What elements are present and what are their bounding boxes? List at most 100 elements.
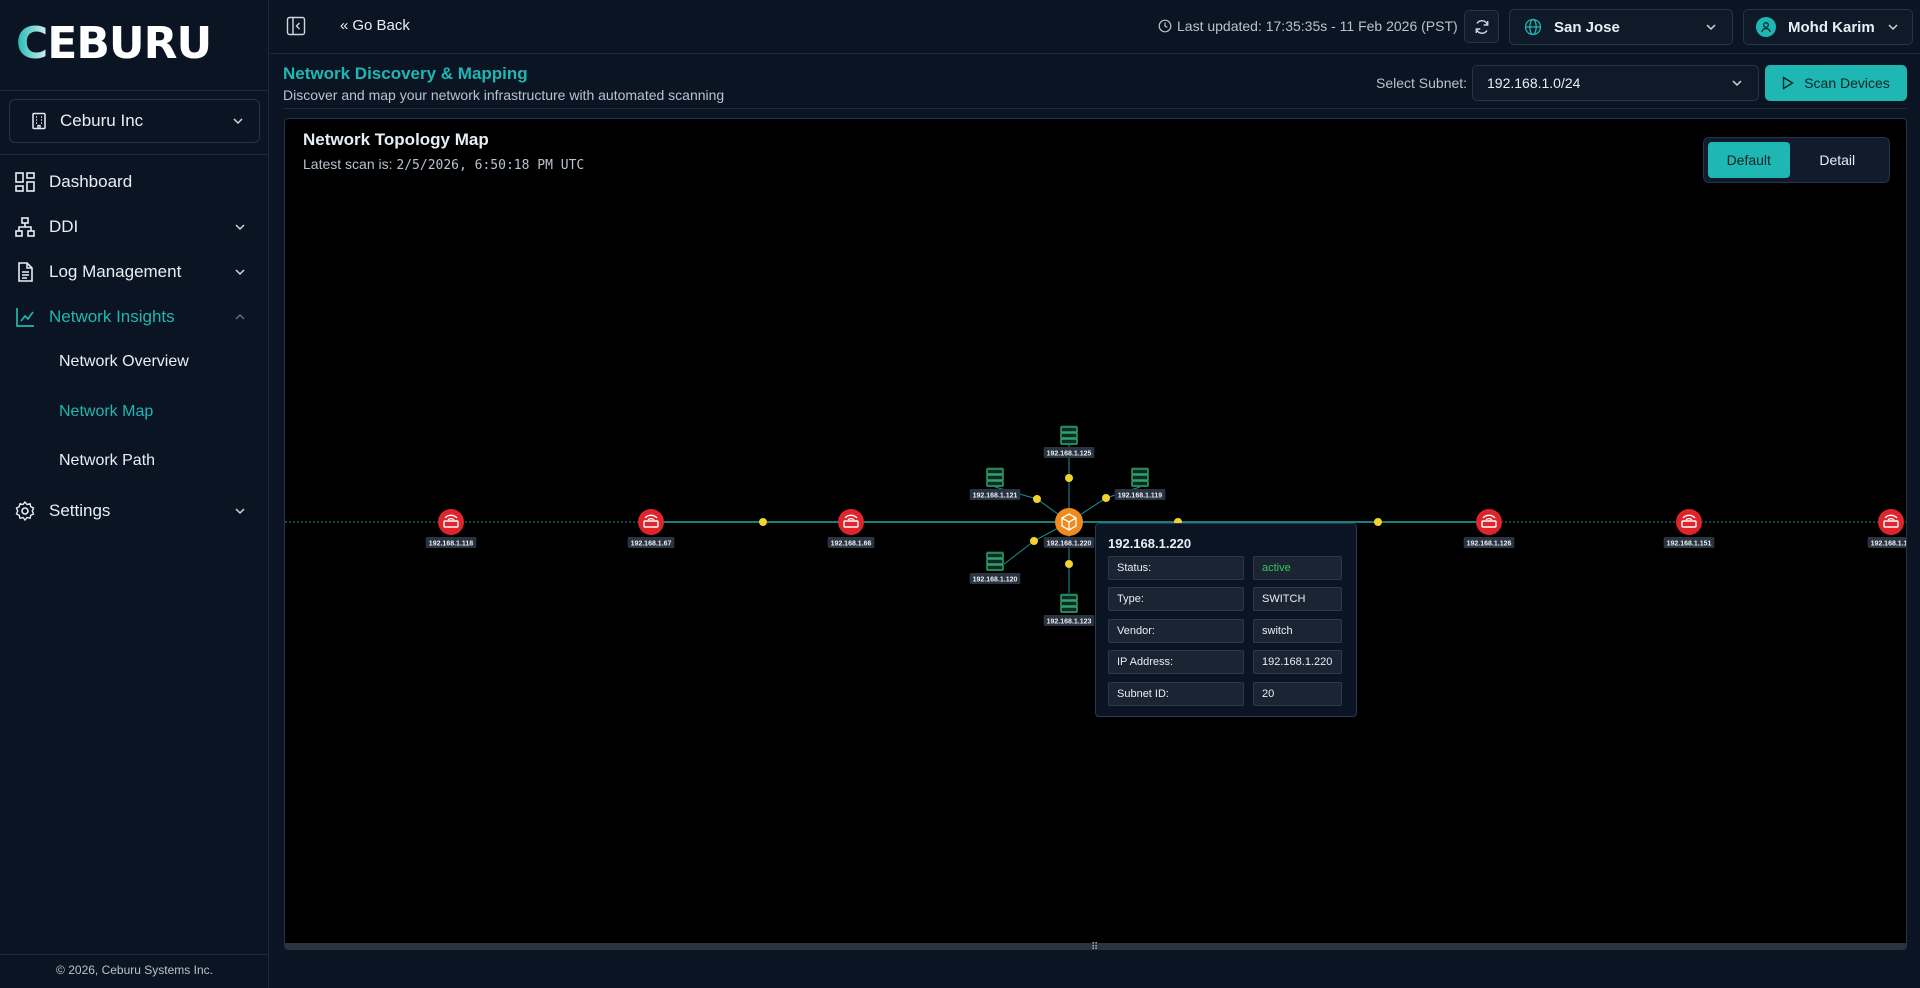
junction-dot	[1065, 474, 1073, 482]
page-title: Network Discovery & Mapping	[283, 64, 528, 83]
server-node	[1060, 593, 1078, 613]
top-header: « Go Back Last updated: 17:35:35s - 11 F…	[270, 0, 1920, 54]
server-label: 192.168.1.123	[1043, 615, 1095, 626]
tooltip-key: Status:	[1108, 556, 1244, 580]
tooltip-row: Subnet ID: 20	[1108, 682, 1344, 706]
go-back-label: Go Back	[352, 17, 410, 34]
location-selector[interactable]: San Jose	[1509, 9, 1733, 45]
sub-nav-network-path[interactable]: Network Path	[59, 446, 155, 476]
tooltip-value: 20	[1253, 682, 1342, 706]
refresh-icon	[1475, 19, 1488, 34]
grip-icon[interactable]: ⠿	[1091, 942, 1098, 949]
junction-dot	[759, 518, 767, 526]
go-back-button[interactable]: « Go Back	[340, 17, 410, 34]
user-menu[interactable]: Mohd Karim	[1743, 9, 1913, 45]
scan-devices-button[interactable]: Scan Devices	[1765, 65, 1907, 101]
view-detail-button[interactable]: Detail	[1797, 142, 1879, 178]
topology-map-panel: 192.168.1.118 192.168.1.67 192.168.1.66 192…	[284, 118, 1907, 950]
server-label: 192.168.1.119	[1114, 489, 1166, 500]
nav-item-network-insights[interactable]: Network Insights	[0, 297, 269, 337]
globe-icon	[1524, 18, 1542, 36]
chevron-down-icon	[233, 118, 243, 125]
view-toggle: Default Detail	[1703, 137, 1890, 183]
chevron-down-icon	[1706, 24, 1716, 31]
chevron-down-icon	[1888, 24, 1898, 31]
nav-label: Settings	[49, 501, 111, 520]
latest-scan: Latest scan is: 2/5/2026, 6:50:18 PM UTC	[303, 156, 584, 173]
nav-item-ddi[interactable]: DDI	[0, 207, 269, 247]
svg-text:192.168.1.118: 192.168.1.118	[429, 541, 473, 548]
svg-text:192.168.1.120: 192.168.1.120	[973, 577, 1018, 584]
nav-label: Dashboard	[49, 172, 133, 191]
copyright-icon: ©	[56, 963, 65, 977]
svg-text:CEBURU: CEBURU	[16, 24, 211, 62]
last-updated: Last updated: 17:35:35s - 11 Feb 2026 (P…	[1158, 18, 1458, 34]
sidebar: CEBURU Ceburu Inc Dashboard DDI Log Mana…	[0, 0, 269, 988]
junction-dot	[1033, 495, 1041, 503]
svg-text:192.168.1.119: 192.168.1.119	[1118, 493, 1162, 500]
tooltip-row: Type: SWITCH	[1108, 587, 1344, 611]
router-label: 192.168.1.151	[1663, 537, 1715, 548]
last-updated-text: Last updated: 17:35:35s - 11 Feb 2026 (P…	[1177, 18, 1458, 34]
sidebar-toggle-icon[interactable]	[286, 16, 306, 36]
tooltip-value: active	[1253, 556, 1342, 580]
switch-label: 192.168.1.220	[1043, 537, 1095, 548]
tooltip-key: Type:	[1108, 587, 1244, 611]
latest-scan-label: Latest scan is:	[303, 156, 397, 172]
junction-dot	[1374, 518, 1382, 526]
subnet-label: Select Subnet:	[1376, 75, 1468, 91]
server-node	[1131, 467, 1149, 487]
chevron-down-icon	[235, 224, 245, 231]
divider	[283, 108, 1907, 109]
svg-text:192.168.1.66: 192.168.1.66	[831, 541, 872, 548]
tooltip-key: Subnet ID:	[1108, 682, 1244, 706]
tooltip-key: Vendor:	[1108, 619, 1244, 643]
router-label: 192.168.1.118	[425, 537, 477, 548]
router-node	[638, 509, 664, 535]
subnet-value: 192.168.1.0/24	[1487, 75, 1581, 91]
router-node	[1476, 509, 1502, 535]
ceburu-logo[interactable]: CEBURU	[16, 24, 236, 62]
refresh-button[interactable]	[1464, 10, 1499, 43]
double-chevron-left-icon: «	[340, 17, 349, 34]
router-label: 192.168.1.12	[1867, 537, 1907, 548]
nav-label: DDI	[49, 217, 79, 236]
switch-node	[1055, 508, 1083, 536]
view-default-button[interactable]: Default	[1708, 142, 1790, 178]
chart-icon	[14, 306, 36, 328]
svg-text:192.168.1.12: 192.168.1.12	[1871, 541, 1907, 548]
server-node	[1060, 425, 1078, 445]
divider	[0, 954, 269, 955]
junction-dot	[1102, 494, 1110, 502]
organization-name: Ceburu Inc	[60, 111, 144, 130]
server-node	[986, 467, 1004, 487]
user-name: Mohd Karim	[1788, 18, 1875, 36]
chevron-up-icon	[235, 313, 245, 320]
nav-item-dashboard[interactable]: Dashboard	[0, 162, 269, 202]
copyright-footer: © 2026, Ceburu Systems Inc.	[0, 963, 269, 977]
router-label: 192.168.1.126	[1463, 537, 1515, 548]
router-node	[1676, 509, 1702, 535]
chevron-down-icon	[235, 508, 245, 515]
chevron-down-icon	[1732, 80, 1742, 87]
server-label: 192.168.1.125	[1043, 447, 1095, 458]
router-label: 192.168.1.66	[827, 537, 875, 548]
nav-item-log-management[interactable]: Log Management	[0, 252, 269, 292]
tooltip-row: Status: active	[1108, 556, 1344, 580]
play-icon	[1783, 76, 1795, 90]
document-icon	[14, 261, 36, 283]
nav-item-settings[interactable]: Settings	[0, 491, 269, 531]
sub-nav-network-map[interactable]: Network Map	[59, 397, 153, 427]
building-icon	[32, 112, 46, 130]
dashboard-icon	[14, 171, 36, 193]
server-label: 192.168.1.120	[969, 573, 1021, 584]
network-icon	[14, 216, 36, 238]
scan-devices-label: Scan Devices	[1804, 75, 1890, 91]
gear-icon	[14, 500, 36, 522]
user-icon	[1761, 22, 1771, 33]
subnet-selector[interactable]: 192.168.1.0/24	[1472, 65, 1759, 101]
sub-nav-network-overview[interactable]: Network Overview	[59, 347, 189, 377]
avatar	[1756, 17, 1776, 37]
organization-selector[interactable]: Ceburu Inc	[9, 99, 260, 143]
svg-text:192.168.1.123: 192.168.1.123	[1047, 619, 1092, 626]
